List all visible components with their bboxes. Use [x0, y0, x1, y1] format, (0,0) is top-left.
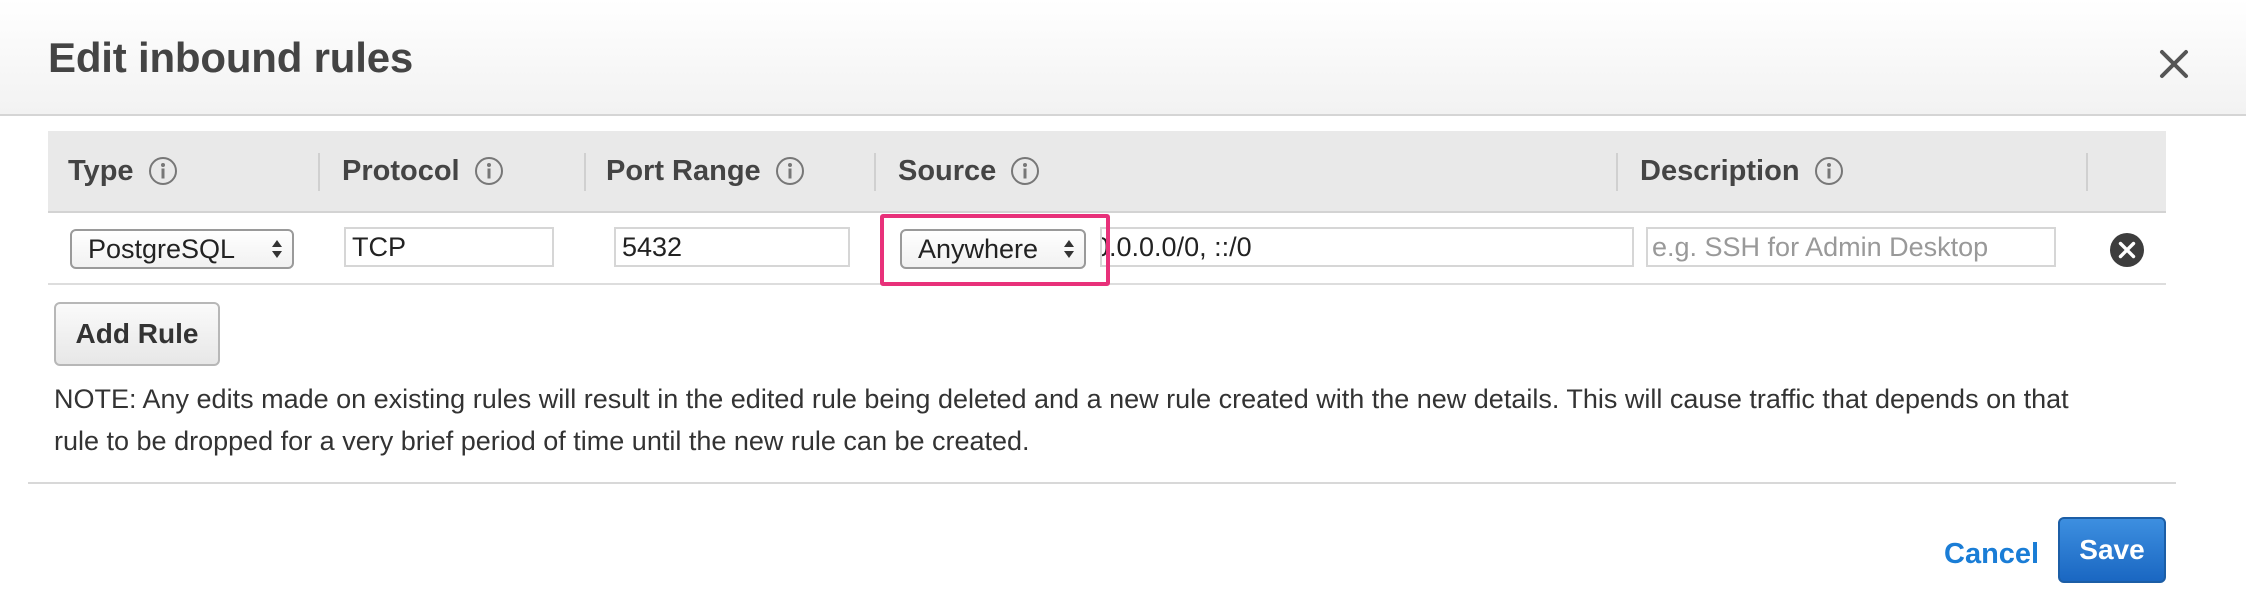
info-icon[interactable] [474, 156, 504, 186]
header-description: Description [1640, 131, 1844, 211]
header-protocol: Protocol [342, 131, 504, 211]
type-select-value: PostgreSQL [88, 233, 236, 264]
cancel-button[interactable]: Cancel [1944, 538, 2039, 571]
header-type-label: Type [68, 154, 134, 187]
info-icon[interactable] [775, 156, 805, 186]
description-placeholder: e.g. SSH for Admin Desktop [1652, 231, 1989, 262]
add-rule-button[interactable]: Add Rule [54, 302, 220, 366]
source-cidr-field[interactable]: 0.0.0.0/0, ::/0 [1100, 227, 1634, 267]
column-separator [2086, 153, 2088, 191]
info-icon[interactable] [1010, 156, 1040, 186]
edit-note: NOTE: Any edits made on existing rules w… [54, 384, 2069, 456]
type-select[interactable]: PostgreSQL [70, 229, 294, 269]
port-range-field[interactable]: 5432 [614, 227, 850, 267]
source-select-value: Anywhere [918, 233, 1039, 264]
rules-table-header: Type Protocol Port Range Source Descript… [48, 131, 2166, 213]
rule-row: PostgreSQL TCP 5432 Anywhere 0.0.0.0/0, … [48, 213, 2166, 285]
protocol-field[interactable]: TCP [344, 227, 554, 267]
header-protocol-label: Protocol [342, 154, 460, 187]
remove-circle-icon[interactable] [2108, 231, 2146, 269]
column-separator [1616, 153, 1618, 191]
info-icon[interactable] [148, 156, 178, 186]
column-separator [318, 153, 320, 191]
source-cidr-value: 0.0.0.0/0, ::/0 [1100, 231, 1252, 262]
footer-divider [28, 482, 2176, 484]
header-description-label: Description [1640, 154, 1800, 187]
header-port-range: Port Range [606, 131, 805, 211]
select-arrows-icon [272, 240, 282, 258]
select-arrows-icon [1064, 240, 1074, 258]
close-icon[interactable] [2150, 40, 2198, 88]
edit-inbound-rules-dialog: Edit inbound rules Type Protocol Port Ra… [0, 0, 2246, 616]
protocol-value: TCP [352, 231, 406, 262]
port-range-value: 5432 [622, 231, 683, 262]
info-icon[interactable] [1814, 156, 1844, 186]
description-field[interactable]: e.g. SSH for Admin Desktop [1646, 227, 2056, 267]
dialog-header: Edit inbound rules [0, 0, 2246, 116]
dialog-title: Edit inbound rules [48, 34, 414, 81]
header-type: Type [68, 131, 178, 211]
source-select[interactable]: Anywhere [900, 229, 1086, 269]
column-separator [584, 153, 586, 191]
header-source-label: Source [898, 154, 997, 187]
column-separator [874, 153, 876, 191]
header-port-range-label: Port Range [606, 154, 761, 187]
save-button[interactable]: Save [2058, 517, 2166, 583]
header-source: Source [898, 131, 1040, 211]
